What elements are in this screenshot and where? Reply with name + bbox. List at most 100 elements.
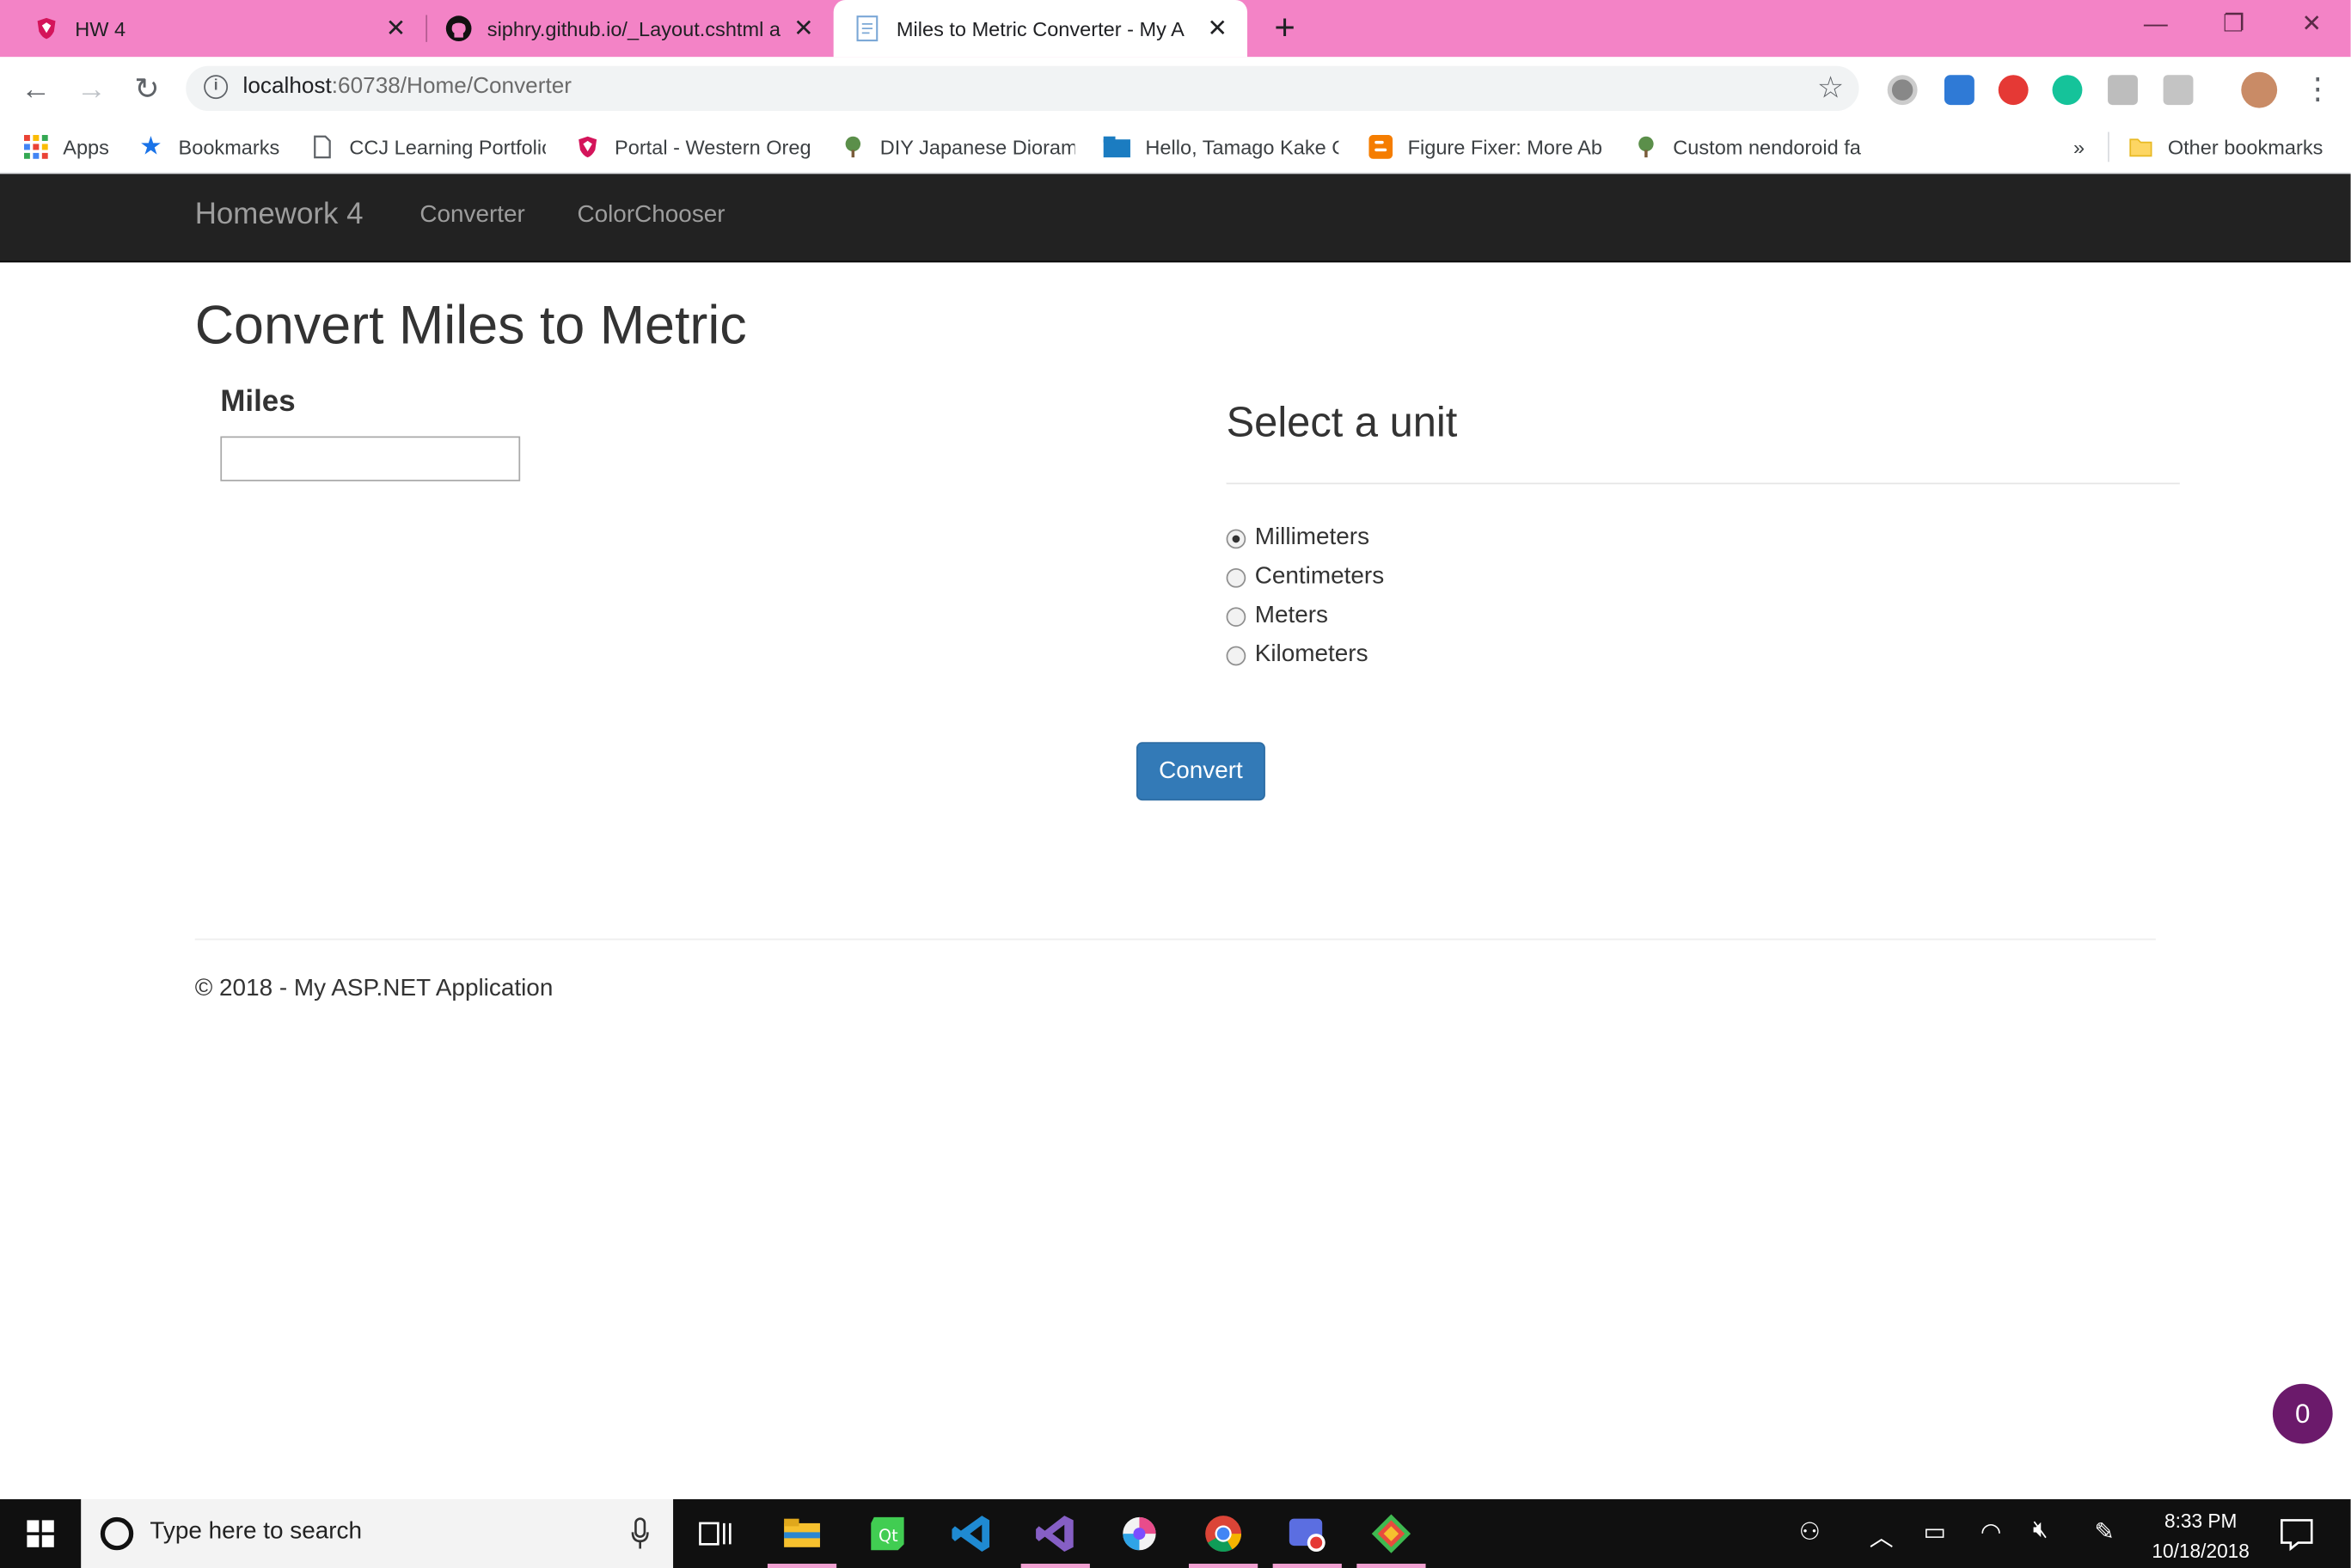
bookmark-apps[interactable]: Apps (23, 131, 114, 163)
radio-kilometers[interactable]: Kilometers (1226, 639, 1368, 671)
active-app-indicator (1020, 1563, 1090, 1568)
radio-button[interactable] (1226, 528, 1246, 548)
windows-start-icon[interactable] (0, 1499, 81, 1568)
reload-icon[interactable]: ↻ (126, 69, 168, 111)
tab-strip: HW 4 ✕ siphry.github.io/_Layout.cshtml a… (0, 0, 2351, 58)
tab-github[interactable]: siphry.github.io/_Layout.cshtml a ✕ (427, 0, 834, 57)
miles-label: Miles (220, 385, 296, 419)
svg-text:Qt: Qt (879, 1526, 898, 1546)
taskbar-clock[interactable]: 8:33 PM 10/18/2018 (2140, 1507, 2261, 1567)
radio-button[interactable] (1226, 606, 1246, 627)
bookmark-portal[interactable]: Portal - Western Oreg (576, 131, 811, 163)
adblock-icon[interactable] (1998, 75, 2029, 106)
radio-label: Centimeters (1254, 563, 1385, 590)
radio-centimeters[interactable]: Centimeters (1226, 560, 1385, 593)
back-arrow-icon[interactable]: ← (15, 69, 57, 111)
pen-ink-icon[interactable]: ✎ (2094, 1517, 2114, 1547)
radio-label: Meters (1254, 603, 1329, 628)
forward-arrow-icon[interactable]: → (70, 69, 113, 111)
site-info-icon[interactable]: i (204, 75, 229, 100)
action-center-icon[interactable] (2274, 1511, 2319, 1556)
active-app-indicator (1272, 1563, 1342, 1568)
extension-circle-icon[interactable] (1887, 75, 1918, 106)
active-app-indicator (767, 1563, 837, 1568)
nav-link-colorchooser[interactable]: ColorChooser (577, 202, 725, 229)
bookmark-star-icon[interactable]: ☆ (1817, 69, 1844, 107)
taskbar-search-input[interactable]: Type here to search (81, 1499, 674, 1568)
site-navbar: Homework 4 Converter ColorChooser (0, 174, 2351, 263)
bookmark-figure-fixer[interactable]: Figure Fixer: More Ab (1368, 131, 1602, 163)
floating-count-badge[interactable]: 0 (2272, 1383, 2333, 1444)
grammarly-icon[interactable] (2052, 75, 2083, 106)
new-tab-button[interactable]: + (1265, 9, 1304, 47)
school-shield-icon (33, 15, 59, 41)
url-text[interactable]: localhost:60738/Home/Converter (243, 73, 572, 99)
battery-icon[interactable]: ▭ (1924, 1517, 1946, 1547)
address-bar[interactable]: i localhost:60738/Home/Converter ☆ (186, 65, 1859, 112)
extension-gray-icon[interactable] (2108, 75, 2138, 106)
tab-hw4[interactable]: HW 4 ✕ (0, 0, 426, 57)
radio-meters[interactable]: Meters (1226, 600, 1329, 633)
tab-converter[interactable]: Miles to Metric Converter - My A ✕ (833, 0, 1248, 58)
paint-app-icon[interactable] (1117, 1511, 1161, 1556)
tree-icon (845, 136, 861, 158)
extension-blue-icon[interactable] (1944, 75, 1974, 106)
school-shield-icon (579, 136, 597, 158)
bookmarks-overflow-chevron-icon[interactable]: » (2073, 131, 2085, 163)
other-bookmarks[interactable]: Other bookmarks (2128, 131, 2323, 163)
github-icon (445, 15, 472, 41)
restore-icon[interactable]: ❐ (2195, 0, 2273, 51)
bookmark-label: Other bookmarks (2167, 135, 2323, 158)
pdf-extension-icon[interactable] (2163, 75, 2194, 106)
close-icon[interactable]: ✕ (383, 14, 407, 44)
qt-creator-icon[interactable]: Qt (865, 1511, 909, 1556)
bookmark-diorama[interactable]: DIY Japanese Dioram (841, 131, 1074, 163)
more-menu-icon[interactable]: ⋮ (2303, 69, 2333, 111)
minimize-icon[interactable]: — (2117, 0, 2195, 51)
windows-taskbar: Type here to search Qt ⚇ ︿ ▭ ◠ 🔇︎ ✎ 8:33… (0, 1499, 2351, 1568)
navbar-brand[interactable]: Homework 4 (195, 198, 364, 232)
footer-copyright: © 2018 - My ASP.NET Application (194, 976, 554, 1001)
page-icon (314, 135, 331, 159)
radio-millimeters[interactable]: Millimeters (1226, 522, 1370, 554)
unit-heading: Select a unit (1226, 398, 1458, 445)
visual-studio-icon[interactable] (1033, 1511, 1078, 1556)
radio-button[interactable] (1226, 645, 1246, 665)
vscode-icon[interactable] (949, 1511, 994, 1556)
convert-button[interactable]: Convert (1136, 742, 1265, 801)
microphone-icon[interactable] (631, 1517, 649, 1550)
window-close-icon[interactable]: ✕ (2273, 0, 2351, 51)
radio-label: Millimeters (1254, 524, 1370, 551)
divider (1226, 482, 2180, 485)
miles-input[interactable] (220, 436, 521, 481)
radio-button[interactable] (1226, 567, 1246, 587)
bookmark-nendoroid[interactable]: Custom nendoroid fa (1634, 131, 1868, 163)
clock-time: 8:33 PM (2164, 1510, 2238, 1533)
divider (2108, 132, 2109, 162)
bookmark-tamago[interactable]: Hello, Tamago Kake G (1103, 131, 1338, 163)
search-placeholder: Type here to search (150, 1518, 363, 1545)
nav-link-converter[interactable]: Converter (419, 202, 525, 229)
gitkraken-icon[interactable] (1368, 1511, 1413, 1556)
folder-icon (2129, 138, 2152, 157)
show-hidden-icons-chevron-icon[interactable]: ︿ (1870, 1517, 1894, 1553)
blogger-icon (1368, 134, 1393, 159)
page-title: Convert Miles to Metric (194, 293, 747, 356)
screen: HW 4 ✕ siphry.github.io/_Layout.cshtml a… (0, 0, 2351, 1568)
screen-recorder-icon[interactable] (1285, 1511, 1330, 1556)
volume-muted-icon[interactable]: 🔇︎ (2033, 1517, 2048, 1544)
people-icon[interactable]: ⚇ (1799, 1517, 1821, 1547)
tab-title: Miles to Metric Converter - My A (896, 17, 1185, 40)
task-view-icon[interactable] (694, 1511, 738, 1556)
close-icon[interactable]: ✕ (792, 14, 816, 44)
cortana-icon (100, 1516, 134, 1551)
file-explorer-icon[interactable] (780, 1511, 824, 1556)
bookmark-ccj[interactable]: CCJ Learning Portfolio (310, 131, 546, 163)
wifi-icon[interactable]: ◠ (1981, 1517, 2001, 1547)
browser-toolbar: ← → ↻ i localhost:60738/Home/Converter ☆… (0, 57, 2351, 168)
bookmark-bookmarks[interactable]: ★ Bookmarks (139, 131, 289, 163)
avatar[interactable] (2241, 71, 2278, 108)
chrome-icon[interactable] (1201, 1511, 1246, 1556)
close-icon[interactable]: ✕ (1205, 14, 1229, 44)
bookmark-label: Custom nendoroid fa (1673, 135, 1861, 158)
